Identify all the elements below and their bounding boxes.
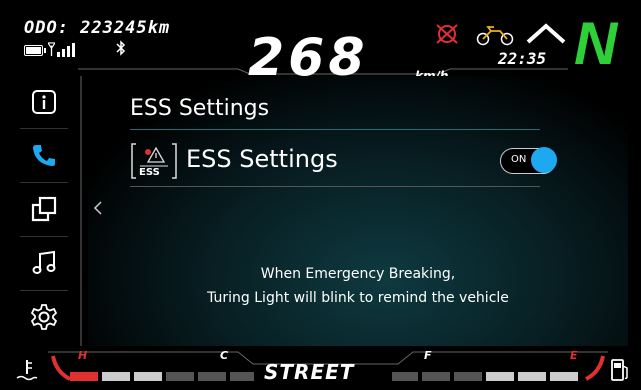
fuel-segment: [422, 372, 450, 381]
page-title: ESS Settings: [130, 96, 270, 121]
row-divider: [130, 186, 540, 187]
ess-toggle[interactable]: ON: [500, 147, 557, 174]
fuel-segment: [454, 372, 482, 381]
temp-segment: [198, 372, 226, 381]
fuel-pump-icon: [610, 358, 630, 386]
settings-icon: [30, 304, 58, 330]
fuel-segment: [518, 372, 546, 381]
battery-icon: [24, 45, 46, 56]
fuel-empty-label: E: [570, 349, 578, 362]
ess-description: When Emergency Breaking, Turing Light wi…: [88, 262, 628, 310]
description-line-1: When Emergency Breaking,: [260, 266, 456, 282]
signal-icon: [48, 41, 75, 57]
motorcycle-icon: [476, 24, 514, 50]
sidebar-item-music[interactable]: [16, 237, 72, 289]
ride-mode: STREET: [264, 360, 355, 384]
toggle-label: ON: [511, 154, 527, 165]
temp-segment: [134, 372, 162, 381]
fuel-segment: [392, 372, 418, 381]
music-note-icon: [32, 250, 56, 274]
temperature-icon: [16, 358, 38, 386]
temp-segment: [230, 372, 254, 381]
ess-icon-text: ESS: [139, 167, 160, 178]
sidebar-item-settings[interactable]: [16, 291, 72, 343]
ess-setting-label: ESS Settings: [186, 145, 338, 173]
gear-indicator: N: [574, 10, 618, 77]
temp-cold-label: C: [220, 349, 229, 362]
clock: 22:35: [498, 49, 547, 68]
ess-setting-row[interactable]: ESS ESS Settings ON: [130, 136, 557, 190]
fuel-segment: [550, 372, 578, 381]
info-icon: [32, 90, 56, 114]
temp-segment: [166, 372, 194, 381]
title-divider: [130, 129, 540, 130]
back-chevron-icon[interactable]: [93, 200, 103, 219]
phone-icon: [33, 145, 55, 166]
copy-icon: [31, 196, 57, 222]
sidebar-divider: [80, 76, 82, 346]
temp-segment: [70, 372, 98, 381]
sidebar-item-phone[interactable]: [16, 129, 72, 181]
sidebar: [16, 76, 72, 346]
settings-panel: ESS Settings ESS ESS Settings ON When Em…: [88, 76, 628, 346]
bottom-bar: H C STREET F E: [8, 346, 633, 388]
fuel-segment: [486, 372, 514, 381]
bluetooth-icon: [116, 40, 126, 60]
fuel-full-label: F: [424, 349, 432, 362]
sidebar-item-copy[interactable]: [16, 183, 72, 235]
description-line-2: Turing Light will blink to remind the ve…: [207, 290, 509, 306]
dashboard-screen: ODO: 223245km 268 km/h 22:35 N: [8, 10, 633, 388]
toggle-knob: [531, 147, 557, 173]
temp-segment: [102, 372, 130, 381]
temp-hot-label: H: [78, 349, 88, 362]
sidebar-item-info[interactable]: [16, 76, 72, 128]
ess-icon: ESS: [130, 140, 178, 186]
odometer: ODO: 223245km: [24, 18, 171, 38]
chevron-up-icon: [526, 22, 566, 48]
engine-warning-icon: [434, 23, 460, 49]
